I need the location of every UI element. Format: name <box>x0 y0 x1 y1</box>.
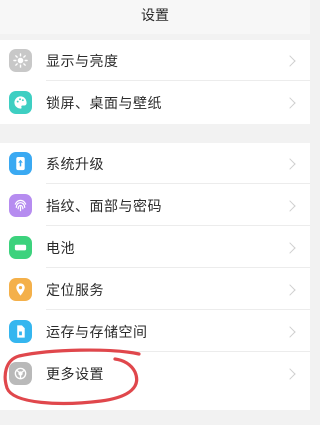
fingerprint-icon <box>9 194 32 217</box>
settings-item-fingerprint-face-password[interactable]: 指纹、面部与密码 <box>0 185 310 226</box>
system-update-icon <box>9 152 32 175</box>
chevron-right-icon <box>284 157 296 170</box>
chevron-right-icon <box>284 54 296 67</box>
chevron-right-icon <box>284 367 296 380</box>
settings-item-display-brightness[interactable]: 显示与亮度 <box>0 40 310 81</box>
settings-item-label: 运存与存储空间 <box>46 324 148 341</box>
settings-item-label: 系统升级 <box>46 156 104 173</box>
more-settings-icon <box>9 362 32 385</box>
chevron-right-icon <box>284 96 296 109</box>
settings-item-label: 定位服务 <box>46 282 104 299</box>
chevron-right-icon <box>284 283 296 296</box>
header-bar: 设置 <box>0 0 310 34</box>
settings-group-system: 系统升级 指纹、面部与密码 电池 定位服务 运存与存储空间 更多设置 <box>0 143 310 425</box>
battery-icon <box>9 236 32 259</box>
brightness-icon <box>9 49 32 72</box>
storage-icon <box>9 320 32 343</box>
location-icon <box>9 278 32 301</box>
settings-item-label: 显示与亮度 <box>46 53 119 70</box>
divider <box>46 183 310 184</box>
settings-item-battery[interactable]: 电池 <box>0 227 310 268</box>
settings-group-display: 显示与亮度 锁屏、桌面与壁纸 <box>0 40 310 124</box>
settings-item-label: 指纹、面部与密码 <box>46 198 162 215</box>
settings-item-memory-storage[interactable]: 运存与存储空间 <box>0 311 310 352</box>
divider <box>46 267 310 268</box>
chevron-right-icon <box>284 325 296 338</box>
divider <box>46 80 310 81</box>
divider <box>46 351 310 352</box>
settings-item-label: 锁屏、桌面与壁纸 <box>46 95 162 112</box>
bottom-spacer <box>0 410 310 425</box>
settings-item-label: 更多设置 <box>46 366 104 383</box>
divider <box>46 225 310 226</box>
chevron-right-icon <box>284 241 296 254</box>
settings-item-location[interactable]: 定位服务 <box>0 269 310 310</box>
page-title: 设置 <box>141 8 169 24</box>
settings-item-label: 电池 <box>46 240 75 257</box>
settings-item-more-settings[interactable]: 更多设置 <box>0 353 310 394</box>
settings-item-lockscreen-wallpaper[interactable]: 锁屏、桌面与壁纸 <box>0 82 310 123</box>
divider <box>46 309 310 310</box>
palette-icon <box>9 91 32 114</box>
settings-item-system-update[interactable]: 系统升级 <box>0 143 310 184</box>
chevron-right-icon <box>284 199 296 212</box>
